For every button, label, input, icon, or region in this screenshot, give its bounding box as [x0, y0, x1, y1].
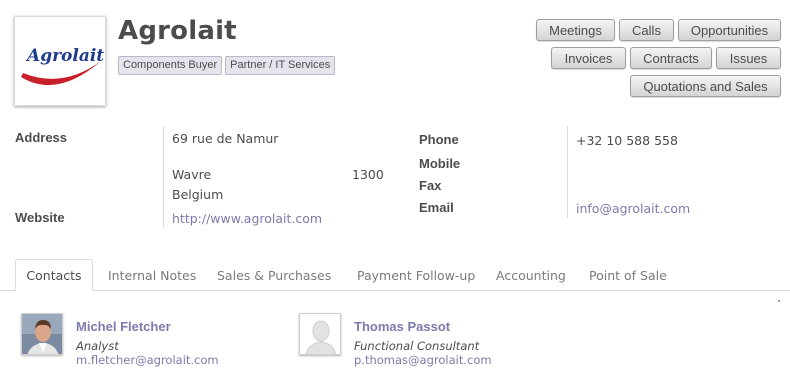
tab-sales-purchases[interactable]: Sales & Purchases: [217, 259, 331, 291]
email-label: Email: [419, 200, 454, 215]
issues-button[interactable]: Issues: [716, 47, 781, 69]
divider: [567, 126, 568, 218]
email-link[interactable]: info@agrolait.com: [576, 201, 690, 216]
tag-partner-it-services[interactable]: Partner / IT Services: [225, 56, 336, 75]
divider: [163, 126, 164, 228]
address-label: Address: [15, 130, 68, 145]
person-photo-icon: [22, 314, 62, 354]
address-city[interactable]: Wavre: [172, 167, 211, 182]
website-link[interactable]: http://www.agrolait.com: [172, 211, 322, 226]
contact-name[interactable]: Thomas Passot: [354, 319, 450, 334]
partner-tags: Components Buyer Partner / IT Services: [118, 56, 336, 75]
scroll-indicator: [778, 300, 780, 302]
opportunities-button[interactable]: Opportunities: [678, 19, 781, 41]
logo-text: Agrolait: [25, 46, 104, 66]
quotations-and-sales-button[interactable]: Quotations and Sales: [630, 75, 781, 97]
contact-email[interactable]: m.fletcher@agrolait.com: [76, 353, 219, 367]
tab-point-of-sale[interactable]: Point of Sale: [589, 259, 667, 291]
contact-email[interactable]: p.thomas@agrolait.com: [354, 353, 492, 367]
tab-contacts[interactable]: Contacts: [15, 259, 93, 291]
calls-button[interactable]: Calls: [619, 19, 674, 41]
person-placeholder-icon: [300, 314, 340, 354]
invoices-button[interactable]: Invoices: [551, 47, 626, 69]
contact-avatar[interactable]: [299, 313, 341, 355]
mobile-label: Mobile: [419, 156, 461, 171]
fax-label: Fax: [419, 178, 442, 193]
address-country[interactable]: Belgium: [172, 187, 223, 202]
phone-value[interactable]: +32 10 588 558: [576, 133, 678, 148]
contact-avatar[interactable]: [21, 313, 63, 355]
tab-accounting[interactable]: Accounting: [496, 259, 566, 291]
phone-label: Phone: [419, 132, 459, 147]
address-zip[interactable]: 1300: [352, 167, 384, 182]
tab-internal-notes[interactable]: Internal Notes: [108, 259, 196, 291]
contact-function: Functional Consultant: [354, 339, 480, 353]
agrolait-logo-icon: Agrolait: [21, 46, 104, 86]
contracts-button[interactable]: Contracts: [630, 47, 712, 69]
tab-payment-follow-up[interactable]: Payment Follow-up: [357, 259, 475, 291]
contact-name[interactable]: Michel Fletcher: [76, 319, 171, 334]
partner-logo[interactable]: Agrolait: [14, 16, 106, 106]
tag-components-buyer[interactable]: Components Buyer: [118, 56, 223, 75]
address-street[interactable]: 69 rue de Namur: [172, 131, 278, 146]
meetings-button[interactable]: Meetings: [536, 19, 615, 41]
contact-function: Analyst: [76, 339, 119, 353]
partner-name: Agrolait: [118, 16, 237, 46]
website-label: Website: [15, 210, 65, 225]
